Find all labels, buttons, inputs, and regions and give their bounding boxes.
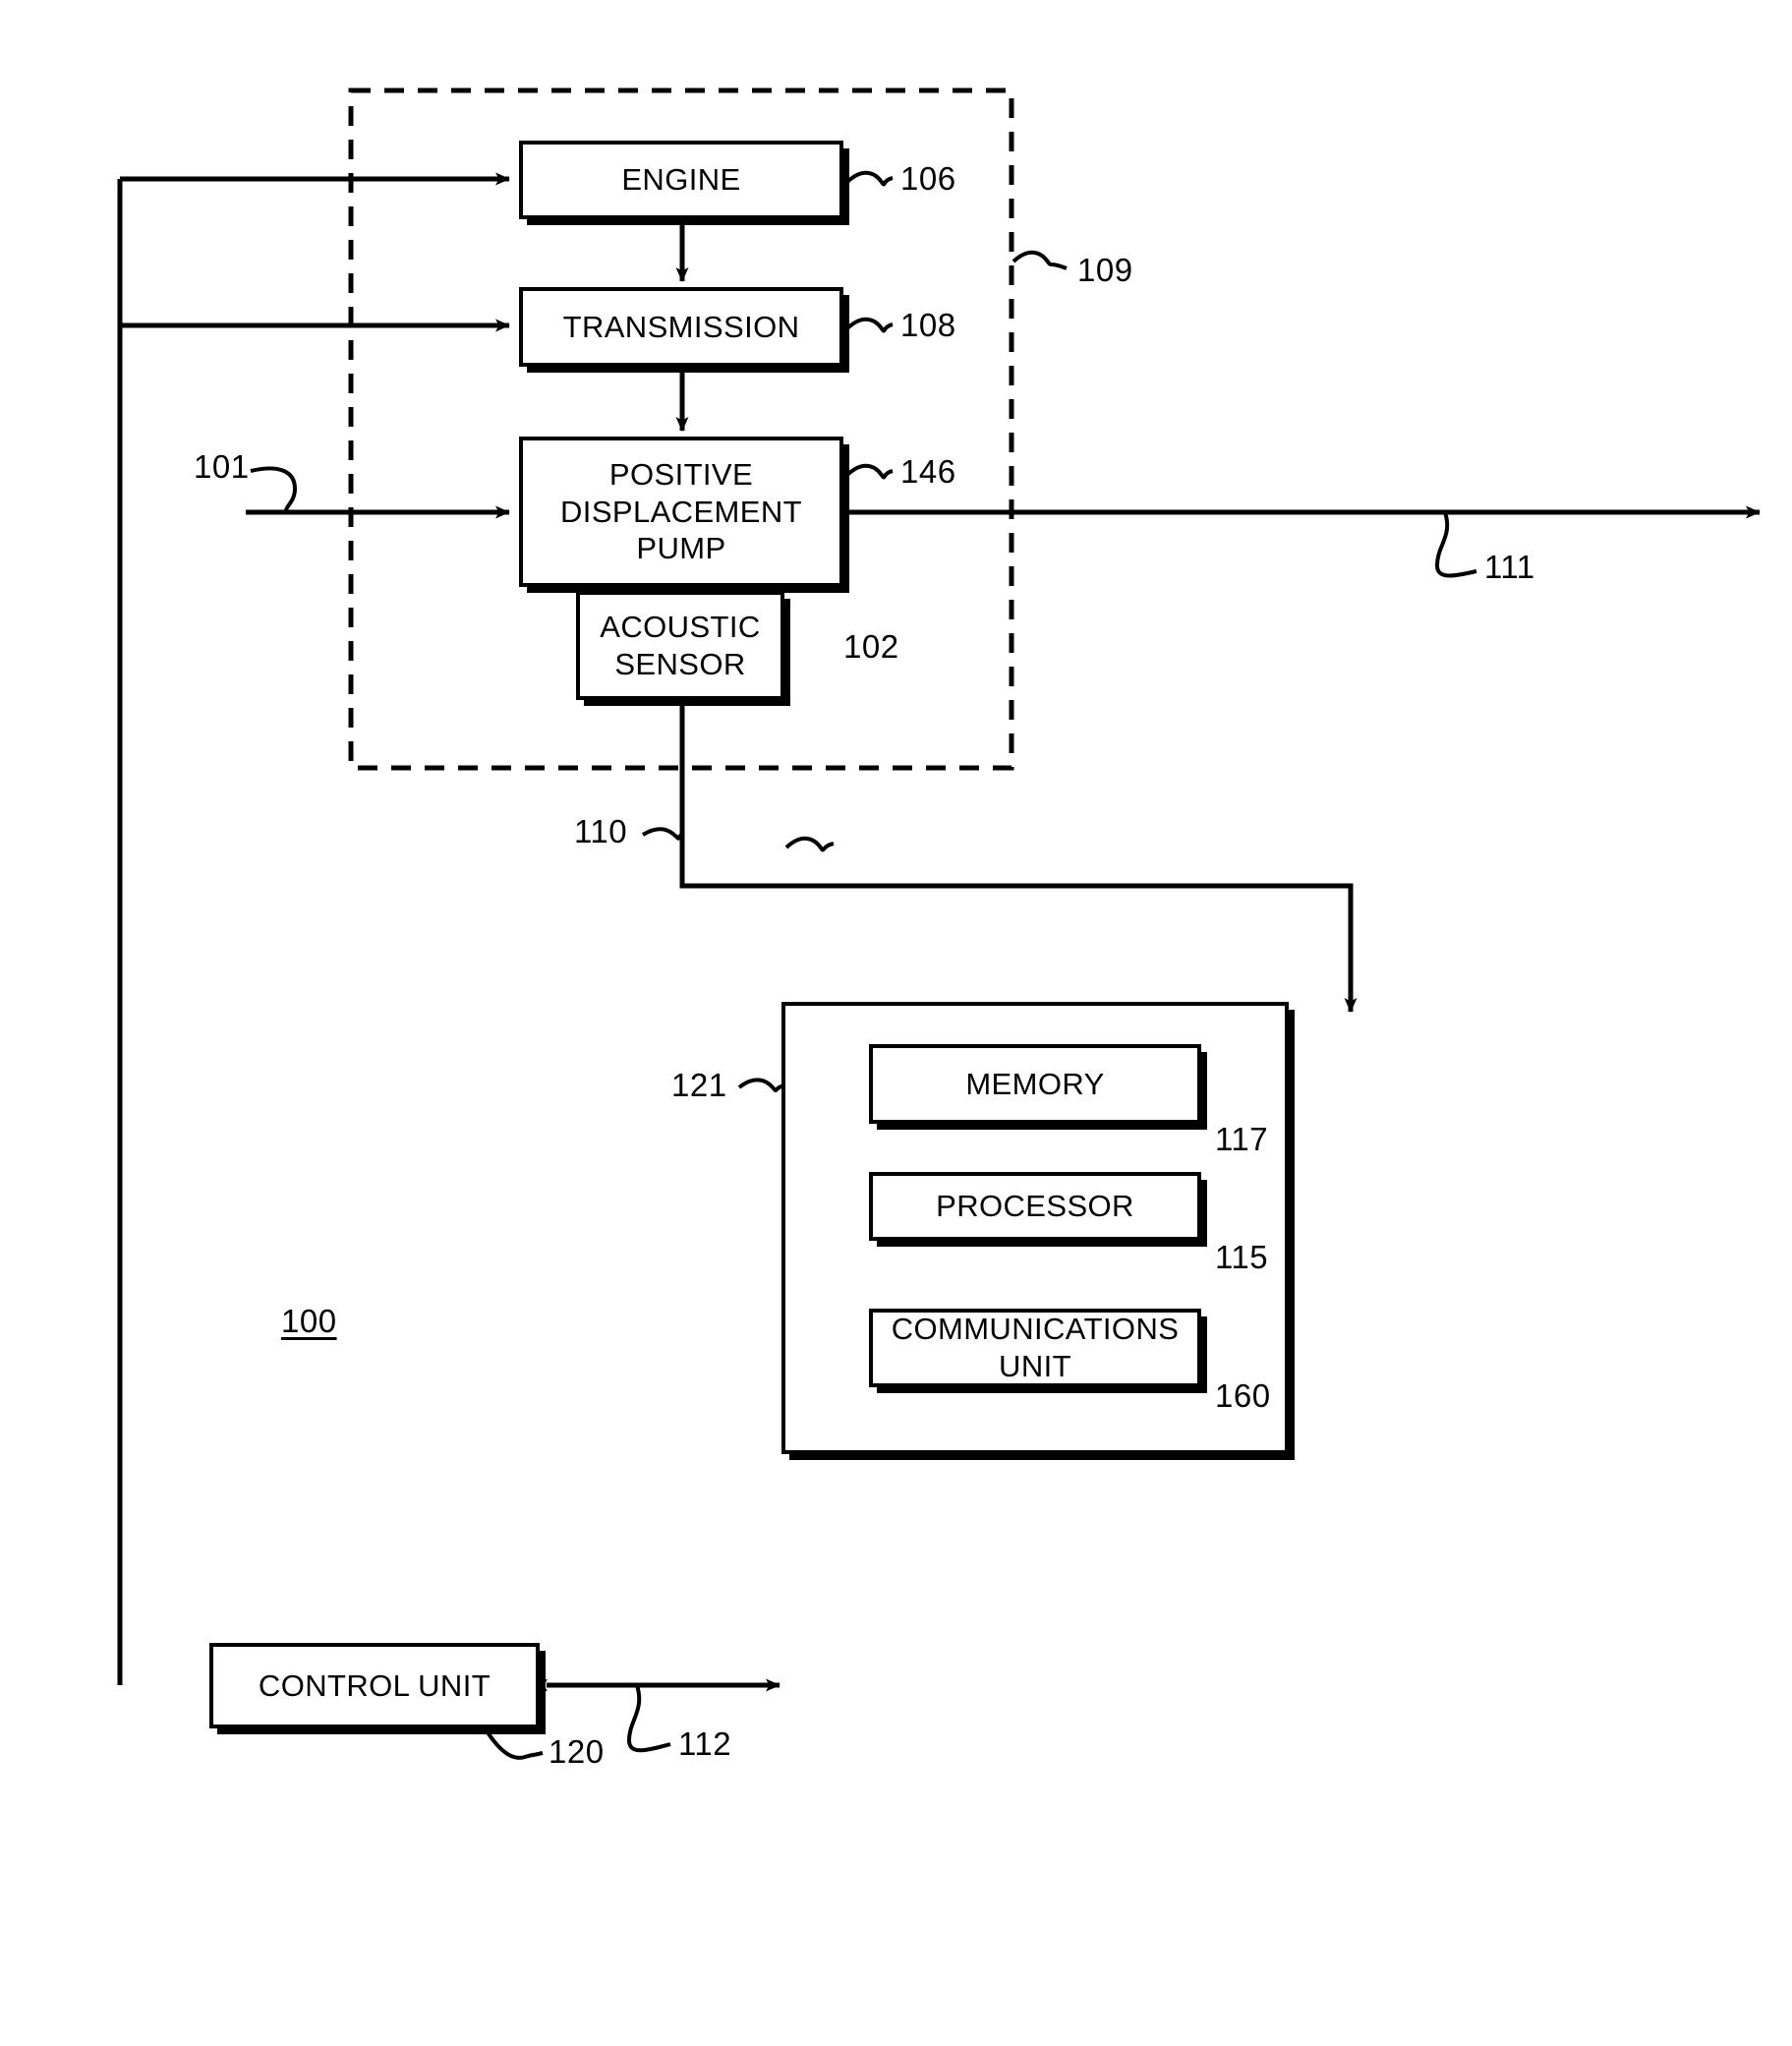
refnum-101: 101: [194, 448, 250, 485]
transmission-block-label: TRANSMISSION: [562, 309, 800, 344]
transmission-block: TRANSMISSION: [519, 287, 843, 367]
leader-110: [641, 827, 683, 841]
leader-112: [626, 1684, 671, 1753]
leader-108: [845, 317, 894, 333]
communications-unit-block-label: COMMUNICATIONS UNIT: [891, 1312, 1180, 1383]
leader-120: [486, 1730, 544, 1760]
refnum-121: 121: [671, 1067, 727, 1103]
refnum-108: 108: [900, 307, 956, 343]
leader-106: [845, 170, 894, 187]
refnum-146: 146: [900, 453, 956, 490]
leader-102-line: [784, 836, 835, 852]
control-unit-block-label: CONTROL UNIT: [258, 1667, 491, 1703]
memory-block: MEMORY: [869, 1044, 1201, 1124]
acoustic-sensor-block: ACOUSTIC SENSOR: [576, 591, 784, 700]
engine-block: ENGINE: [519, 141, 843, 219]
leader-111: [1434, 511, 1477, 578]
refnum-106: 106: [900, 160, 956, 197]
engine-block-label: ENGINE: [621, 162, 741, 198]
positive-displacement-pump-block: POSITIVE DISPLACEMENT PUMP: [519, 437, 843, 587]
acoustic-sensor-block-label: ACOUSTIC SENSOR: [600, 609, 761, 681]
refnum-110: 110: [574, 813, 628, 849]
control-unit-block: CONTROL UNIT: [209, 1643, 540, 1728]
positive-displacement-pump-block-label: POSITIVE DISPLACEMENT PUMP: [560, 456, 802, 566]
refnum-109: 109: [1077, 252, 1133, 288]
figure-identifier-100: 100: [281, 1303, 337, 1339]
processor-block-label: PROCESSOR: [936, 1189, 1134, 1224]
sensor-signal-line-110: [679, 700, 1358, 1013]
memory-block-label: MEMORY: [965, 1066, 1105, 1101]
processor-block: PROCESSOR: [869, 1172, 1201, 1241]
refnum-111: 111: [1484, 549, 1535, 585]
patent-figure: ENGINE TRANSMISSION POSITIVE DISPLACEMEN…: [0, 0, 1792, 2046]
leader-109: [1012, 250, 1068, 270]
leader-102: [788, 647, 836, 848]
leader-101: [250, 466, 298, 514]
refnum-160: 160: [1215, 1377, 1271, 1414]
leader-121: [737, 1078, 786, 1092]
refnum-112: 112: [678, 1725, 732, 1762]
refnum-115: 115: [1215, 1239, 1269, 1275]
communications-unit-block: COMMUNICATIONS UNIT: [869, 1309, 1201, 1387]
refnum-120: 120: [549, 1733, 605, 1770]
refnum-117: 117: [1215, 1121, 1269, 1157]
leader-146: [845, 463, 894, 480]
refnum-102: 102: [843, 628, 899, 665]
